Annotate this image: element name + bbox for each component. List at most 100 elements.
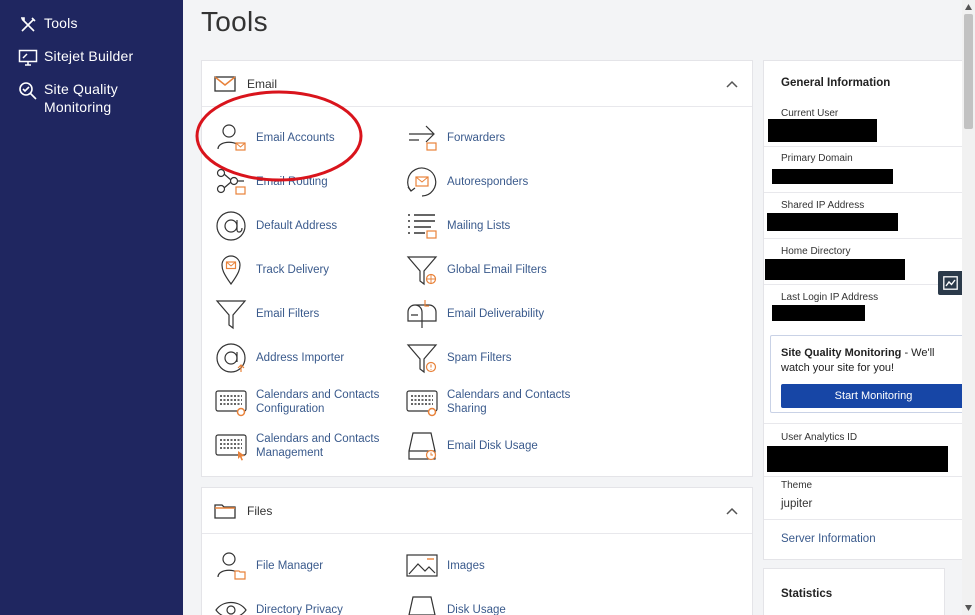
tool-mailing-lists[interactable]: Mailing Lists (405, 209, 510, 243)
monitor-icon (18, 49, 38, 66)
files-panel: Files File Manager Images Directory Priv… (201, 487, 753, 615)
general-info-title: General Information (781, 77, 891, 89)
theme-label: Theme (781, 480, 813, 491)
email-panel-header[interactable]: Email (202, 61, 752, 107)
main-content: Tools Email Email Accounts Email Routing… (183, 0, 975, 615)
statistics-title: Statistics (781, 588, 833, 600)
home-dir-label: Home Directory (781, 246, 851, 257)
tool-email-routing[interactable]: Email Routing (214, 165, 328, 199)
tool-email-filters[interactable]: Email Filters (214, 297, 319, 331)
forward-arrow-icon (409, 125, 437, 151)
last-login-row: Last Login IP Address (764, 285, 964, 327)
tool-label: Calendars and Contacts Configuration (256, 389, 380, 415)
tool-label: Spam Filters (447, 352, 512, 364)
scroll-down-icon[interactable] (965, 605, 972, 611)
filter-globe-icon (406, 256, 438, 286)
sidebar-item-label: Tools (44, 15, 78, 31)
shared-ip-row: Shared IP Address (764, 193, 964, 239)
sidebar-item-tools[interactable]: Tools (0, 14, 183, 35)
redacted-block (768, 119, 877, 142)
tool-label: File Manager (256, 560, 324, 572)
at-sign-icon (216, 211, 246, 241)
tool-label: Email Accounts (256, 132, 335, 144)
page-title: Tools (201, 6, 268, 37)
tool-file-manager[interactable]: File Manager (214, 549, 323, 583)
current-user-row: Current User (764, 101, 964, 147)
magnifier-icon (19, 82, 37, 100)
disk-icon (408, 596, 436, 615)
tool-label: Email Routing (256, 176, 328, 188)
tool-autoresponders[interactable]: Autoresponders (405, 165, 528, 199)
tool-track-delivery[interactable]: Track Delivery (214, 253, 329, 287)
user-folder-icon (217, 552, 246, 580)
tool-calendars-config[interactable]: Calendars and Contacts Configuration (214, 385, 386, 419)
chevron-up-icon[interactable] (726, 506, 738, 516)
current-user-label: Current User (781, 108, 839, 119)
tool-label: Autoresponders (447, 176, 529, 188)
home-dir-row: Home Directory (764, 239, 964, 285)
list-icon (408, 214, 437, 239)
statistics-panel: Statistics (763, 568, 945, 615)
tool-address-importer[interactable]: Address Importer (214, 341, 344, 375)
disk-clock-icon (408, 432, 437, 461)
sidebar-item-label: Sitejet Builder (44, 48, 134, 64)
tool-label: Images (447, 560, 485, 572)
server-information-link[interactable]: Server Information (781, 533, 876, 545)
mailbox-icon (407, 300, 437, 328)
tool-directory-privacy[interactable]: Directory Privacy (214, 593, 343, 615)
tool-label: Default Address (256, 220, 338, 232)
calendar-share-icon (406, 390, 438, 417)
user-mail-icon (217, 124, 246, 151)
tool-label: Address Importer (256, 352, 345, 364)
chevron-up-icon[interactable] (726, 79, 738, 89)
scrollbar-thumb[interactable] (964, 14, 973, 129)
tool-label: Global Email Filters (447, 264, 547, 276)
email-panel: Email Email Accounts Email Routing Defau… (201, 60, 753, 477)
redacted-block (765, 259, 905, 280)
scroll-up-icon[interactable] (965, 4, 972, 10)
tool-default-address[interactable]: Default Address (214, 209, 337, 243)
sidebar: Tools Sitejet Builder Site Quality Monit… (0, 0, 183, 615)
image-icon (406, 554, 438, 577)
tool-calendars-management[interactable]: Calendars and Contacts Management (214, 429, 386, 463)
tool-spam-filters[interactable]: Spam Filters (405, 341, 512, 375)
tool-disk-usage[interactable]: Disk Usage (405, 593, 506, 615)
envelope-icon (214, 75, 236, 92)
start-monitoring-button[interactable]: Start Monitoring (781, 384, 966, 408)
tool-email-disk-usage[interactable]: Email Disk Usage (405, 429, 538, 463)
sidebar-item-sitejet[interactable]: Sitejet Builder (0, 47, 183, 68)
files-panel-title: Files (247, 503, 273, 518)
tool-calendars-sharing[interactable]: Calendars and Contacts Sharing (405, 385, 577, 419)
eye-icon (215, 601, 247, 615)
tool-forwarders[interactable]: Forwarders (405, 121, 505, 155)
site-quality-text: Site Quality Monitoring - We'll watch yo… (781, 346, 959, 376)
redacted-block (767, 446, 948, 472)
chart-toggle-button[interactable] (938, 271, 963, 295)
tool-label: Track Delivery (256, 264, 330, 276)
tool-label: Calendars and Contacts Management (256, 433, 380, 459)
files-panel-header[interactable]: Files (202, 488, 752, 534)
tool-images[interactable]: Images (405, 549, 485, 583)
redacted-block (772, 169, 893, 184)
autoresponder-icon (407, 167, 437, 197)
scrollbar[interactable] (962, 0, 975, 615)
filter-icon (215, 300, 247, 330)
sidebar-item-site-quality[interactable]: Site Quality Monitoring (0, 80, 183, 116)
calendar-pointer-icon (215, 434, 247, 461)
tool-label: Email Disk Usage (447, 440, 538, 452)
folder-icon (214, 503, 236, 519)
shared-ip-label: Shared IP Address (781, 200, 865, 211)
redacted-block (767, 213, 898, 231)
redacted-block (772, 305, 865, 321)
tool-label: Mailing Lists (447, 220, 511, 232)
tools-icon (21, 17, 36, 32)
tool-email-accounts[interactable]: Email Accounts (214, 121, 335, 155)
tool-label: Directory Privacy (256, 604, 343, 615)
at-import-icon (216, 343, 246, 373)
tool-global-email-filters[interactable]: Global Email Filters (405, 253, 547, 287)
general-info-panel: General Information Current User Primary… (763, 60, 966, 560)
filter-alert-icon (406, 344, 438, 374)
tool-email-deliverability[interactable]: Email Deliverability (405, 297, 544, 331)
tool-label: Email Deliverability (447, 308, 545, 320)
site-quality-title: Site Quality Monitoring (781, 347, 902, 359)
